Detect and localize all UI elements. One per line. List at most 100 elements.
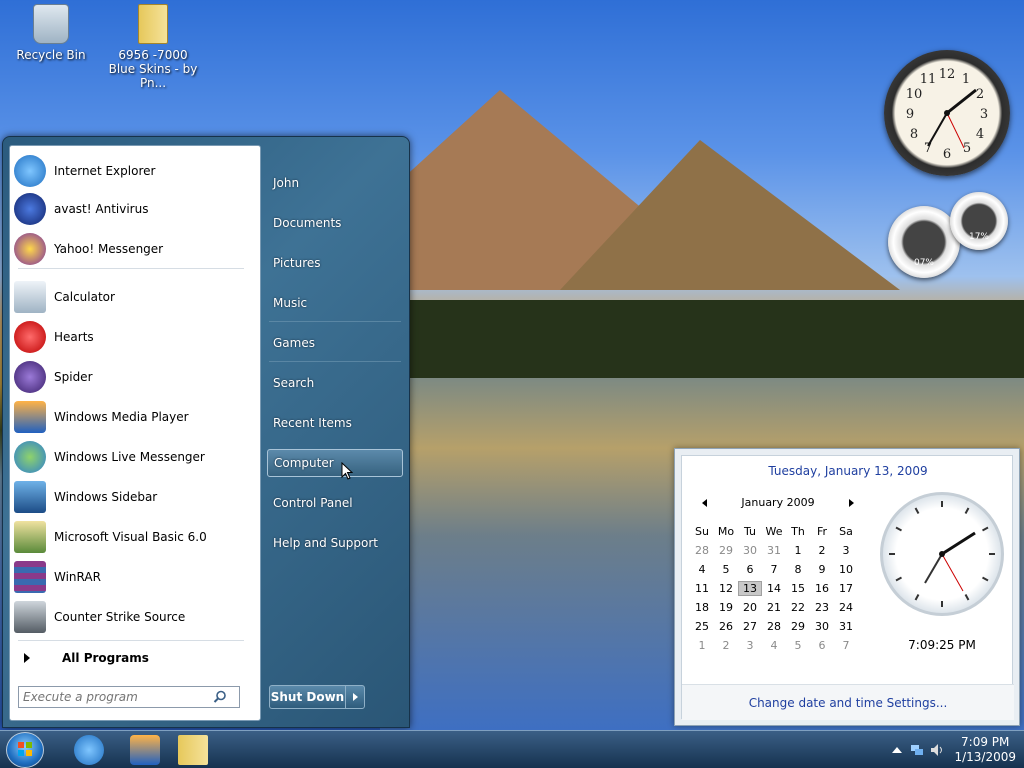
calendar-day[interactable]: 20 bbox=[738, 601, 762, 614]
calendar-day[interactable]: 22 bbox=[786, 601, 810, 614]
calendar-day[interactable]: 6 bbox=[810, 639, 834, 652]
start-search-box[interactable] bbox=[18, 686, 240, 708]
start-right-recent-items[interactable]: Recent Items bbox=[267, 409, 403, 437]
calendar-day[interactable]: 23 bbox=[810, 601, 834, 614]
calendar-day[interactable]: 18 bbox=[690, 601, 714, 614]
calendar-day[interactable]: 4 bbox=[690, 563, 714, 576]
shutdown-options-button[interactable] bbox=[346, 686, 364, 708]
start-right-separator bbox=[269, 321, 401, 322]
calendar-day[interactable]: 5 bbox=[786, 639, 810, 652]
show-hidden-icons-icon[interactable] bbox=[890, 743, 904, 757]
calendar-day[interactable]: 31 bbox=[834, 620, 858, 633]
calendar-day[interactable]: 10 bbox=[834, 563, 858, 576]
start-right-pictures[interactable]: Pictures bbox=[267, 249, 403, 277]
clock-gadget[interactable]: 12 1 2 345 678 9 10 11 bbox=[884, 50, 1010, 176]
calendar-day[interactable]: 25 bbox=[690, 620, 714, 633]
taskbar-clock[interactable]: 7:09 PM 1/13/2009 bbox=[954, 735, 1016, 765]
start-item-internet-explorer[interactable]: Internet Explorer bbox=[12, 152, 258, 190]
start-right-help-support[interactable]: Help and Support bbox=[267, 529, 403, 557]
calendar-day[interactable]: 21 bbox=[762, 601, 786, 614]
calendar-day[interactable]: 7 bbox=[834, 639, 858, 652]
calendar-day[interactable]: 14 bbox=[762, 582, 786, 595]
calendar-day[interactable]: 15 bbox=[786, 582, 810, 595]
start-item-winrar[interactable]: WinRAR bbox=[12, 558, 258, 596]
calendar-day[interactable]: 29 bbox=[714, 544, 738, 557]
start-item-visual-basic[interactable]: Microsoft Visual Basic 6.0 bbox=[12, 518, 258, 556]
all-programs-button[interactable]: All Programs bbox=[16, 646, 256, 670]
calendar-day[interactable]: 24 bbox=[834, 601, 858, 614]
start-item-spider[interactable]: Spider bbox=[12, 358, 258, 396]
shutdown-button[interactable]: Shut Down bbox=[270, 686, 346, 708]
pinned-separator bbox=[18, 268, 244, 269]
next-month-icon[interactable] bbox=[848, 498, 854, 507]
start-right-search[interactable]: Search bbox=[267, 369, 403, 397]
calendar-day[interactable]: 12 bbox=[714, 582, 738, 595]
desktop-icon-zip-folder[interactable]: 6956 -7000 Blue Skins - by Pn... bbox=[106, 4, 200, 90]
calendar-day[interactable]: 3 bbox=[834, 544, 858, 557]
start-search-input[interactable] bbox=[19, 690, 209, 704]
previous-month-icon[interactable] bbox=[702, 498, 707, 507]
sidebar-icon bbox=[14, 481, 46, 513]
taskbar: 7:09 PM 1/13/2009 bbox=[0, 730, 1024, 768]
month-title[interactable]: January 2009 bbox=[741, 496, 814, 509]
calendar-day[interactable]: 17 bbox=[834, 582, 858, 595]
start-right-games[interactable]: Games bbox=[267, 329, 403, 357]
calendar-day[interactable]: 16 bbox=[810, 582, 834, 595]
calendar-day[interactable]: 8 bbox=[786, 563, 810, 576]
calendar-day[interactable]: 5 bbox=[714, 563, 738, 576]
chevron-right-icon bbox=[24, 653, 30, 663]
start-right-label: Documents bbox=[273, 216, 342, 230]
taskbar-media-player-icon[interactable] bbox=[130, 735, 160, 765]
calendar-day[interactable]: 1 bbox=[786, 544, 810, 557]
calendar-day[interactable]: 1 bbox=[690, 639, 714, 652]
search-icon[interactable] bbox=[213, 690, 227, 704]
taskbar-ie-icon[interactable] bbox=[74, 735, 104, 765]
calendar-day[interactable]: 7 bbox=[762, 563, 786, 576]
desktop-icon-recycle-bin[interactable]: Recycle Bin bbox=[6, 4, 96, 62]
calendar-day[interactable]: 28 bbox=[690, 544, 714, 557]
network-icon[interactable] bbox=[910, 743, 924, 757]
calendar-day[interactable]: 9 bbox=[810, 563, 834, 576]
start-item-avast[interactable]: avast! Antivirus bbox=[12, 190, 258, 228]
start-right-label: Music bbox=[273, 296, 308, 310]
start-item-label: Spider bbox=[54, 370, 93, 384]
start-right-computer[interactable]: Computer bbox=[267, 449, 403, 477]
calendar-day[interactable]: 4 bbox=[762, 639, 786, 652]
calendar-day[interactable]: 28 bbox=[762, 620, 786, 633]
zip-folder-icon bbox=[138, 4, 168, 44]
start-right-user[interactable]: John bbox=[267, 169, 403, 197]
start-item-calculator[interactable]: Calculator bbox=[12, 278, 258, 316]
start-item-yahoo-messenger[interactable]: Yahoo! Messenger bbox=[12, 230, 258, 268]
calendar-day[interactable]: 2 bbox=[714, 639, 738, 652]
calendar-day[interactable]: 26 bbox=[714, 620, 738, 633]
vb-icon bbox=[14, 521, 46, 553]
taskbar-explorer-icon[interactable] bbox=[178, 735, 208, 765]
calendar-day[interactable]: 3 bbox=[738, 639, 762, 652]
calendar-day-today[interactable]: 13 bbox=[738, 581, 762, 596]
calendar-day[interactable]: 27 bbox=[738, 620, 762, 633]
start-item-live-messenger[interactable]: Windows Live Messenger bbox=[12, 438, 258, 476]
start-right-music[interactable]: Music bbox=[267, 289, 403, 317]
calendar-day[interactable]: 11 bbox=[690, 582, 714, 595]
date-time-panel: Tuesday, January 13, 2009 January 2009 S… bbox=[681, 455, 1014, 720]
start-item-counter-strike[interactable]: Counter Strike Source bbox=[12, 598, 258, 636]
start-item-media-player[interactable]: Windows Media Player bbox=[12, 398, 258, 436]
calendar-day[interactable]: 30 bbox=[738, 544, 762, 557]
volume-icon[interactable] bbox=[930, 743, 944, 757]
calendar-day[interactable]: 31 bbox=[762, 544, 786, 557]
start-item-windows-sidebar[interactable]: Windows Sidebar bbox=[12, 478, 258, 516]
start-right-documents[interactable]: Documents bbox=[267, 209, 403, 237]
chevron-right-icon bbox=[352, 693, 358, 701]
calendar-day[interactable]: 29 bbox=[786, 620, 810, 633]
calendar-day[interactable]: 2 bbox=[810, 544, 834, 557]
calendar-day[interactable]: 6 bbox=[738, 563, 762, 576]
start-button[interactable] bbox=[6, 732, 44, 768]
calendar-day[interactable]: 30 bbox=[810, 620, 834, 633]
calendar-day[interactable]: 19 bbox=[714, 601, 738, 614]
start-item-hearts[interactable]: Hearts bbox=[12, 318, 258, 356]
start-right-control-panel[interactable]: Control Panel bbox=[267, 489, 403, 517]
memory-meter-gadget[interactable]: 17% bbox=[950, 192, 1008, 250]
start-item-label: WinRAR bbox=[54, 570, 101, 584]
change-date-settings-link[interactable]: Change date and time Settings... bbox=[749, 696, 948, 710]
current-date-link[interactable]: Tuesday, January 13, 2009 bbox=[682, 464, 1014, 478]
